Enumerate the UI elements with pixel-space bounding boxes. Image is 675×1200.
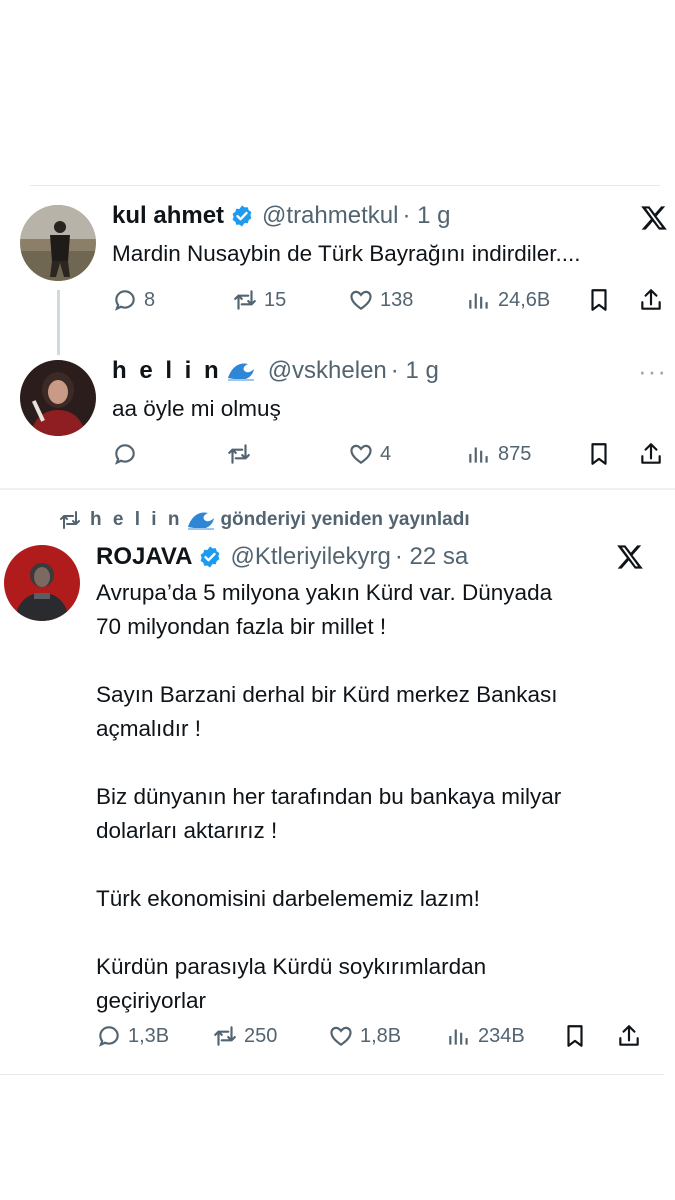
verified-badge-icon bbox=[201, 546, 220, 568]
repost-icon bbox=[214, 1026, 236, 1046]
tweet-time[interactable]: · 1 g bbox=[402, 202, 450, 230]
tweet-time[interactable]: · 1 g bbox=[391, 357, 439, 385]
section-divider bbox=[0, 488, 675, 490]
reply-icon bbox=[98, 1026, 119, 1047]
view-count: 875 bbox=[498, 442, 532, 465]
views-icon bbox=[449, 1029, 468, 1045]
repost-count: 15 bbox=[264, 288, 287, 311]
like-button[interactable]: 4 bbox=[348, 436, 391, 472]
heart-icon bbox=[350, 290, 372, 310]
bookmark-icon bbox=[591, 443, 607, 465]
like-button[interactable]: 138 bbox=[348, 282, 413, 318]
repost-notice[interactable]: h e l i n gönderiyi yeniden yayınladı bbox=[58, 508, 470, 532]
author-name[interactable]: ROJAVA bbox=[96, 543, 192, 571]
author-name[interactable]: h e l i n bbox=[112, 357, 222, 385]
repost-button[interactable] bbox=[226, 436, 258, 472]
bookmark-button[interactable] bbox=[562, 1018, 588, 1054]
reply-button[interactable]: 1,3B bbox=[96, 1018, 169, 1054]
tweet3-header: ROJAVA @Ktleriyilekyrg · 22 sa bbox=[96, 543, 468, 571]
x-logo-icon bbox=[641, 206, 667, 230]
repost-count: 250 bbox=[244, 1024, 278, 1047]
tweet2-header: h e l i n @vskhelen · 1 g bbox=[112, 357, 439, 385]
tweet3-actions: 1,3B 250 1,8B 234B bbox=[0, 1018, 675, 1054]
views-button[interactable]: 234B bbox=[446, 1018, 525, 1054]
share-icon bbox=[641, 443, 661, 464]
reply-icon bbox=[114, 290, 135, 311]
share-button[interactable] bbox=[638, 282, 664, 318]
avatar-helin[interactable] bbox=[20, 360, 96, 436]
share-icon bbox=[641, 289, 661, 310]
bookmark-button[interactable] bbox=[586, 436, 612, 472]
tweet-time[interactable]: · 22 sa bbox=[395, 543, 468, 571]
tweet-text: aa öyle mi olmuş bbox=[112, 396, 281, 421]
view-count: 24,6B bbox=[498, 288, 551, 311]
reply-count: 8 bbox=[144, 288, 156, 311]
more-options-icon[interactable]: ··· bbox=[638, 356, 667, 387]
tweet1-header: kul ahmet @trahmetkul · 1 g bbox=[112, 202, 450, 230]
avatar-kul-ahmet[interactable] bbox=[20, 205, 96, 281]
tweet-text: Avrupa’da 5 milyona yakın Kürd var. Düny… bbox=[96, 580, 562, 1013]
views-icon bbox=[469, 447, 488, 463]
verified-badge-icon bbox=[232, 205, 252, 227]
like-count: 4 bbox=[380, 442, 392, 465]
reply-count: 1,3B bbox=[128, 1024, 170, 1047]
tweet-text: Mardin Nusaybin de Türk Bayrağını indird… bbox=[112, 241, 581, 266]
reply-button[interactable]: 8 bbox=[112, 282, 155, 318]
heart-icon bbox=[350, 444, 372, 464]
repost-icon bbox=[60, 511, 80, 529]
tweet2-actions: 4 875 bbox=[0, 436, 675, 472]
reply-button[interactable] bbox=[112, 436, 144, 472]
x-logo-icon bbox=[617, 545, 643, 569]
share-icon bbox=[619, 1025, 639, 1046]
views-button[interactable]: 875 bbox=[466, 436, 531, 472]
share-button[interactable] bbox=[616, 1018, 642, 1054]
bottom-divider bbox=[0, 1074, 664, 1075]
repost-user[interactable]: h e l i n bbox=[90, 509, 182, 531]
repost-button[interactable]: 15 bbox=[232, 282, 286, 318]
author-name[interactable]: kul ahmet bbox=[112, 202, 224, 230]
like-button[interactable]: 1,8B bbox=[328, 1018, 401, 1054]
tweet1-actions: 8 15 138 24,6B bbox=[0, 282, 675, 318]
bookmark-button[interactable] bbox=[586, 282, 612, 318]
reply-icon bbox=[114, 444, 135, 465]
repost-icon bbox=[228, 444, 250, 464]
repost-text: gönderiyi yeniden yayınladı bbox=[220, 509, 470, 530]
wave-emoji-icon bbox=[227, 363, 254, 381]
author-handle[interactable]: @vskhelen bbox=[268, 357, 387, 385]
repost-button[interactable]: 250 bbox=[212, 1018, 277, 1054]
bookmark-icon bbox=[591, 289, 607, 311]
avatar-rojava[interactable] bbox=[4, 545, 80, 621]
author-handle[interactable]: @trahmetkul bbox=[262, 202, 398, 230]
view-count: 234B bbox=[478, 1024, 525, 1047]
bookmark-icon bbox=[567, 1025, 583, 1047]
top-divider bbox=[30, 185, 660, 186]
like-count: 138 bbox=[380, 288, 414, 311]
repost-icon bbox=[234, 290, 256, 310]
views-button[interactable]: 24,6B bbox=[466, 282, 550, 318]
wave-emoji-icon bbox=[188, 512, 215, 530]
like-count: 1,8B bbox=[360, 1024, 402, 1047]
views-icon bbox=[469, 293, 488, 309]
share-button[interactable] bbox=[638, 436, 664, 472]
heart-icon bbox=[330, 1026, 352, 1046]
author-handle[interactable]: @Ktleriyilekyrg bbox=[230, 543, 390, 571]
